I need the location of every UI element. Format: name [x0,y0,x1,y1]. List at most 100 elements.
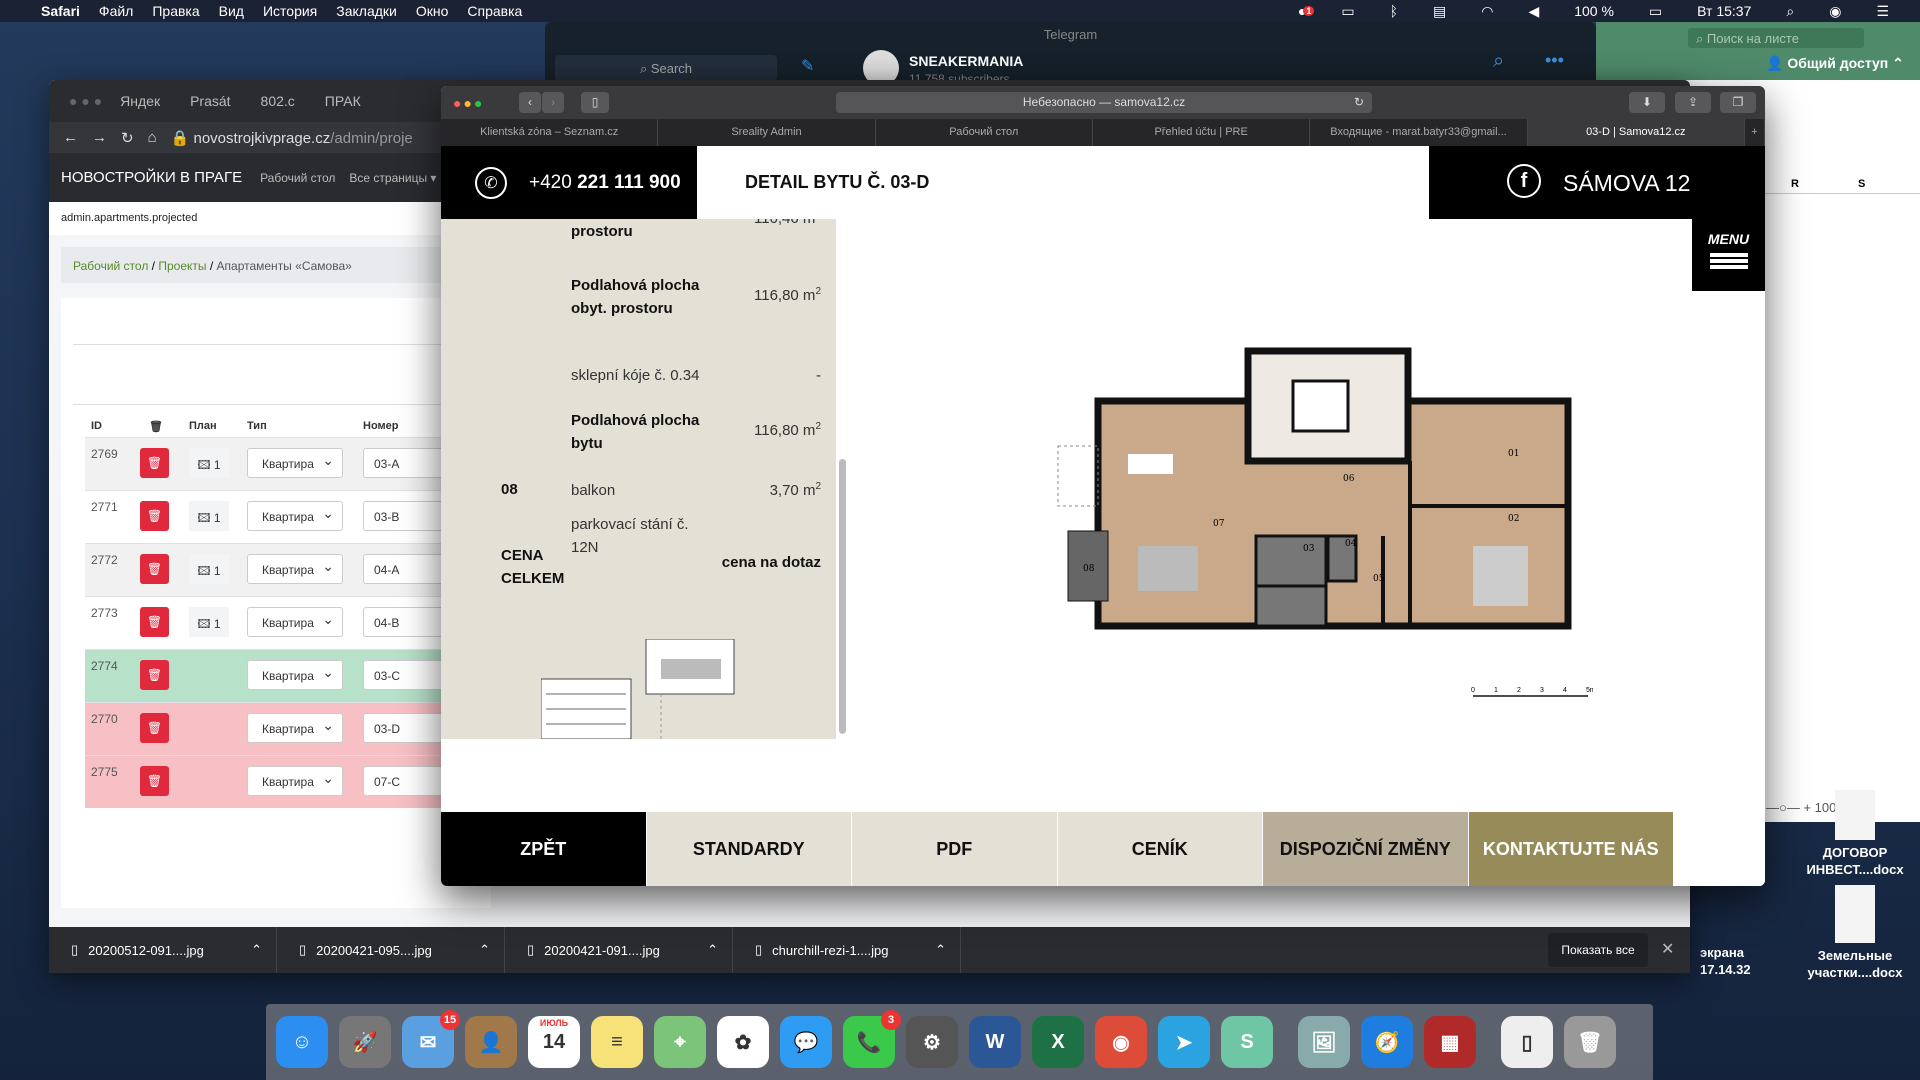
dock-maps-icon[interactable]: ⌖ [654,1016,706,1068]
dock-system-preferences-icon[interactable]: ⚙ [906,1016,958,1068]
type-select[interactable]: Квартира [247,607,343,637]
menu-app[interactable]: Safari [41,3,80,19]
address-bar[interactable]: 🔒 novostrojkivprage.cz/admin/proje [171,129,413,147]
menu-edit[interactable]: Правка [152,3,199,19]
plan-button[interactable]: 🖾 1 [189,501,229,531]
desktop-file-dogovor[interactable]: ДОГОВОР ИНВЕСТ....docx [1790,790,1920,878]
download-item[interactable]: ▯ 20200512-091....jpg ⌃ [49,927,277,973]
type-select[interactable]: Квартира [247,766,343,796]
notification-center-icon[interactable]: ☰ [1876,3,1889,20]
tab[interactable]: Prasát [190,93,230,109]
dock-launchpad-icon[interactable]: 🚀 [339,1016,391,1068]
nav-button-standardy[interactable]: STANDARDY [646,812,852,886]
plan-button[interactable]: 🖾 1 [189,448,229,478]
dock-sreality-icon[interactable]: S [1221,1016,1273,1068]
volume-icon[interactable]: ◀ [1528,3,1539,20]
dock-word-icon[interactable]: W [969,1016,1021,1068]
home-icon[interactable]: ⌂ [148,129,157,146]
dock-chrome-icon[interactable]: ◉ [1095,1016,1147,1068]
desktop-file-screenshot[interactable]: экрана 17.14.32 [1700,944,1780,978]
dock-photo-booth-icon[interactable]: ▦ [1424,1016,1476,1068]
share-button[interactable]: 👤 Общий доступ ⌃ [1766,55,1904,72]
tab[interactable]: Рабочий стол [876,119,1093,146]
menu-help[interactable]: Справка [467,3,522,19]
plan-button[interactable]: 🖾 1 [189,607,229,637]
back-button[interactable]: ‹ [519,92,541,113]
forward-button[interactable]: › [542,92,564,113]
forward-icon[interactable]: → [92,129,107,146]
tab[interactable]: Přehled účtu | PRE [1093,119,1311,146]
more-icon[interactable]: ••• [1545,50,1564,71]
tab[interactable]: Klientská zóna – Seznam.cz [441,119,659,146]
tab-active[interactable]: 03-D | Samova12.cz [1527,119,1745,146]
window-controls[interactable]: ●●● [453,95,484,111]
chevron-up-icon[interactable]: ⌃ [707,942,718,958]
compose-icon[interactable]: ✎ [801,56,814,76]
tab[interactable]: ПРАК [325,93,361,109]
delete-button[interactable]: 🗑 [140,554,169,584]
nav-button-ceník[interactable]: CENÍK [1057,812,1263,886]
panel-scrollbar[interactable] [839,459,846,734]
nav-dashboard[interactable]: Рабочий стол [260,171,335,185]
airplay-icon[interactable]: ▭ [1341,3,1354,20]
tabs-button[interactable]: ❐ [1720,92,1756,113]
notification-icon[interactable]: ● 1 [1298,3,1315,19]
search-icon[interactable]: ⌕ [1493,50,1504,73]
battery-text[interactable]: 100 % [1574,3,1614,19]
delete-button[interactable]: 🗑 [140,713,169,743]
sidebar-button[interactable]: ▯ [581,92,609,113]
show-all-button[interactable]: Показать все [1548,933,1648,967]
column-header-r[interactable]: R [1791,178,1799,190]
telegram-search[interactable]: ⌕ Search [555,55,777,81]
download-item[interactable]: ▯ 20200421-091....jpg ⌃ [505,927,733,973]
whatsapp-icon[interactable]: ✆ [475,166,507,199]
delete-button[interactable]: 🗑 [140,766,169,796]
dock-safari-icon[interactable]: 🧭 [1361,1016,1413,1068]
chevron-up-icon[interactable]: ⌃ [935,942,946,958]
bluetooth-icon[interactable]: ᛒ [1390,3,1398,19]
facebook-icon[interactable]: f [1507,164,1541,198]
type-select[interactable]: Квартира [247,713,343,743]
new-tab-button[interactable]: + [1745,119,1765,146]
menu-bookmarks[interactable]: Закладки [336,3,397,19]
download-item[interactable]: ▯ 20200421-095....jpg ⌃ [277,927,505,973]
back-icon[interactable]: ← [63,129,78,146]
dock-calendar-icon[interactable]: ИЮЛЬ 14 [528,1016,580,1068]
dock-finder-icon[interactable]: ☺ [276,1016,328,1068]
nav-button-pdf[interactable]: PDF [852,812,1058,886]
channel-name[interactable]: SNEAKERMANIA [909,53,1023,69]
menu-button[interactable]: MENU [1692,219,1765,291]
nav-all-pages[interactable]: Все страницы ▾ [349,171,436,185]
delete-button[interactable]: 🗑 [140,660,169,690]
phone-block[interactable]: ✆ +420 221 111 900 [441,146,697,219]
dock-excel-icon[interactable]: X [1032,1016,1084,1068]
tab[interactable]: Яндек [120,93,160,109]
desktop-file-zemelnye[interactable]: Земельные участки....docx [1790,885,1920,981]
clock[interactable]: Вт 15:37 [1697,3,1751,19]
breadcrumb-dashboard[interactable]: Рабочий стол [73,259,148,273]
brand[interactable]: НОВОСТРОЙКИ В ПРАГЕ [61,169,242,186]
type-select[interactable]: Квартира [247,660,343,690]
nav-button-kontaktujte-nás[interactable]: KONTAKTUJTE NÁS [1468,812,1674,886]
breadcrumb-projects[interactable]: Проекты [158,259,206,273]
dock-notes-icon[interactable]: ≡ [591,1016,643,1068]
dock-trash-icon[interactable]: 🗑 [1564,1016,1616,1068]
type-select[interactable]: Квартира [247,448,343,478]
menu-file[interactable]: Файл [99,3,133,19]
tab[interactable]: Входящие - marat.batyr33@gmail... [1310,119,1528,146]
delete-button[interactable]: 🗑 [140,501,169,531]
dock-facetime-icon[interactable]: 📞 3 [843,1010,901,1068]
chevron-up-icon[interactable]: ⌃ [479,942,490,958]
reload-icon[interactable]: ↻ [121,129,134,147]
flag-icon[interactable]: ▤ [1433,3,1446,20]
sheet-search[interactable]: ⌕ Поиск на листе [1688,28,1864,48]
dock-mail-icon[interactable]: ✉ 15 [402,1010,460,1068]
menu-window[interactable]: Окно [416,3,449,19]
window-controls[interactable]: ● ● ● [69,93,102,109]
menu-view[interactable]: Вид [219,3,244,19]
chevron-up-icon[interactable]: ⌃ [251,942,262,958]
dock-contacts-icon[interactable]: 👤 [465,1016,517,1068]
delete-button[interactable]: 🗑 [140,448,169,478]
menu-history[interactable]: История [263,3,317,19]
type-select[interactable]: Квартира [247,554,343,584]
